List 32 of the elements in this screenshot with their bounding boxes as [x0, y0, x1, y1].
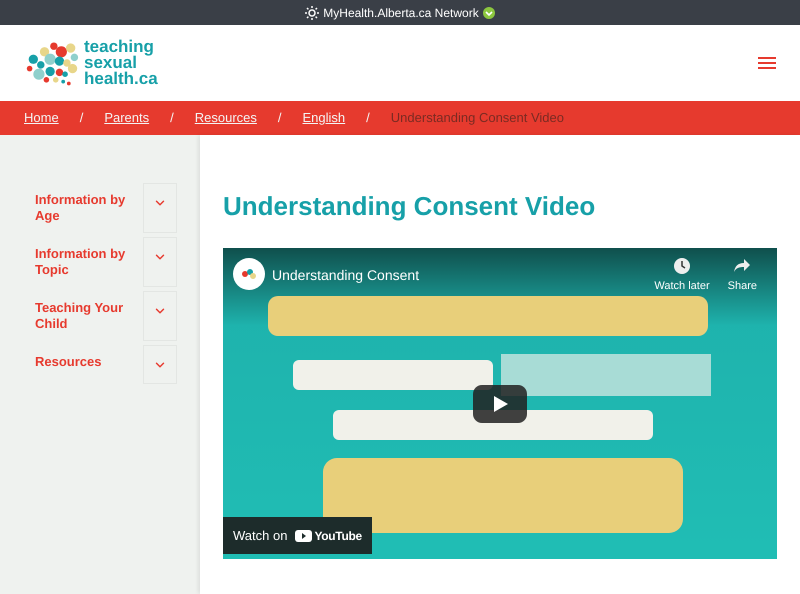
sidebar-link[interactable]: Information by Age — [35, 183, 135, 224]
watch-on-youtube-button[interactable]: Watch on YouTube — [223, 517, 372, 554]
breadcrumb-current: Understanding Consent Video — [390, 109, 564, 128]
check-icon — [482, 6, 495, 18]
video-title[interactable]: Understanding Consent — [272, 265, 420, 286]
expand-button[interactable] — [143, 183, 177, 233]
share-arrow-icon — [733, 258, 752, 274]
breadcrumb-link[interactable]: Resources — [194, 108, 257, 128]
expand-button[interactable] — [143, 345, 177, 384]
expand-button[interactable] — [143, 291, 177, 341]
share-button[interactable]: Share — [728, 258, 757, 294]
breadcrumb-separator: / — [278, 109, 282, 128]
play-button[interactable] — [473, 385, 527, 423]
play-logo-icon — [295, 530, 312, 542]
breadcrumb-link[interactable]: Home — [24, 108, 59, 128]
page-title: Understanding Consent Video — [223, 190, 596, 222]
logo-icon — [241, 268, 257, 280]
network-link[interactable]: MyHealth.Alberta.ca Network — [323, 4, 479, 22]
expand-button[interactable] — [143, 237, 177, 287]
sidebar-link[interactable]: Information by Topic — [35, 237, 135, 278]
breadcrumb-separator: / — [80, 109, 84, 128]
logo-text: teaching sexual health.ca — [84, 39, 158, 87]
sun-icon — [305, 6, 320, 20]
watch-later-button[interactable]: Watch later — [654, 258, 710, 294]
breadcrumb-separator: / — [366, 109, 370, 128]
menu-icon[interactable] — [758, 56, 776, 70]
sidebar-link[interactable]: Resources — [35, 345, 135, 370]
clock-icon — [674, 258, 690, 274]
sidebar-link[interactable]: Teaching Your Child — [35, 291, 135, 332]
breadcrumb-separator: / — [170, 109, 174, 128]
breadcrumb-link[interactable]: English — [302, 108, 346, 128]
breadcrumb-link[interactable]: Parents — [104, 108, 150, 128]
